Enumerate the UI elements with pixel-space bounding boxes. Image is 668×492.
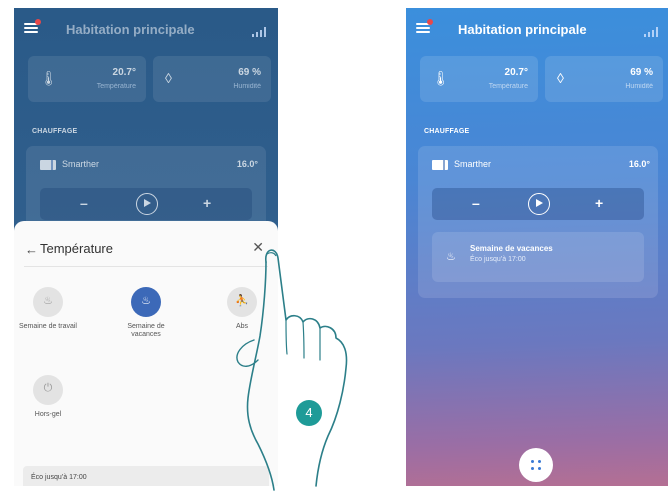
humidity-card[interactable]: ◊ 69 % Humidité: [153, 56, 271, 102]
play-icon[interactable]: [136, 193, 158, 215]
app-title: Habitation principale: [458, 22, 587, 37]
humidity-card[interactable]: ◊ 69 % Humidité: [545, 56, 663, 102]
flame-icon: ♨: [33, 287, 63, 317]
power-icon: ⏻: [33, 375, 63, 405]
step-number-badge: 4: [296, 400, 322, 426]
temperature-value: 20.7°: [504, 67, 528, 78]
decrease-button[interactable]: –: [472, 195, 480, 211]
mode-option-vacation-week[interactable]: ♨ Semaine de vacances: [116, 287, 176, 339]
sheet-title: Température: [40, 241, 113, 256]
control-bar: – +: [40, 188, 252, 220]
step-number: 4: [305, 405, 313, 420]
humidity-label: Humidité: [625, 83, 653, 90]
temperature-card[interactable]: 🌡︎ 20.7° Température: [420, 56, 538, 102]
notification-dot: [427, 19, 433, 25]
sheet-status-text: Éco jusqu’à 17:00: [31, 474, 87, 481]
device-name: Smarther: [62, 159, 100, 169]
active-mode-detail: Éco jusqu’à 17:00: [470, 256, 526, 263]
top-bar: Habitation principale: [14, 8, 278, 52]
thermometer-icon: 🌡︎: [432, 70, 450, 86]
mode-option-frost-protection[interactable]: ⏻ Hors-gel: [18, 375, 78, 419]
thermostat-card[interactable]: Smarther 16.0° – + ♨ Semaine de vacances…: [418, 146, 658, 298]
mode-option-label: Hors-gel: [34, 411, 62, 418]
mode-option-label: Semaine de vacances: [127, 323, 165, 338]
device-name: Smarther: [454, 159, 492, 169]
section-heading: CHAUFFAGE: [424, 128, 470, 135]
section-heading: CHAUFFAGE: [32, 128, 78, 135]
app-title: Habitation principale: [66, 22, 195, 37]
device-setpoint: 16.0°: [236, 159, 258, 169]
temperature-card[interactable]: 🌡︎ 20.7° Température: [28, 56, 146, 102]
play-icon[interactable]: [528, 193, 550, 215]
top-bar: Habitation principale: [406, 8, 668, 52]
mode-option-label: Semaine de travail: [19, 323, 77, 330]
signal-icon: [252, 27, 266, 37]
increase-button[interactable]: +: [203, 195, 211, 211]
temperature-label: Température: [488, 83, 528, 90]
temperature-value: 20.7°: [112, 67, 136, 78]
increase-button[interactable]: +: [595, 195, 603, 211]
droplet-icon: ◊: [557, 70, 564, 86]
thermometer-icon: 🌡︎: [40, 70, 58, 86]
grid-menu-button[interactable]: [519, 448, 553, 482]
control-bar: – +: [432, 188, 644, 220]
humidity-label: Humidité: [233, 83, 261, 90]
flame-icon: ♨: [446, 251, 456, 263]
active-mode-row[interactable]: ♨ Semaine de vacances Éco jusqu’à 17:00: [432, 232, 644, 282]
humidity-value: 69 %: [630, 67, 653, 78]
droplet-icon: ◊: [165, 70, 172, 86]
signal-icon: [644, 27, 658, 37]
right-phone-screen: Habitation principale 🌡︎ 20.7° Températu…: [406, 8, 668, 486]
pointing-hand-illustration: [236, 249, 348, 491]
thermostat-device-icon: [432, 160, 448, 170]
humidity-value: 69 %: [238, 67, 261, 78]
decrease-button[interactable]: –: [80, 195, 88, 211]
thermostat-device-icon: [40, 160, 56, 170]
temperature-label: Température: [96, 83, 136, 90]
device-setpoint: 16.0°: [628, 159, 650, 169]
notification-dot: [35, 19, 41, 25]
active-mode-name: Semaine de vacances: [470, 244, 553, 253]
mode-option-work-week[interactable]: ♨ Semaine de travail: [18, 287, 78, 331]
flame-icon: ♨: [131, 287, 161, 317]
back-arrow-icon[interactable]: ←: [25, 242, 38, 257]
